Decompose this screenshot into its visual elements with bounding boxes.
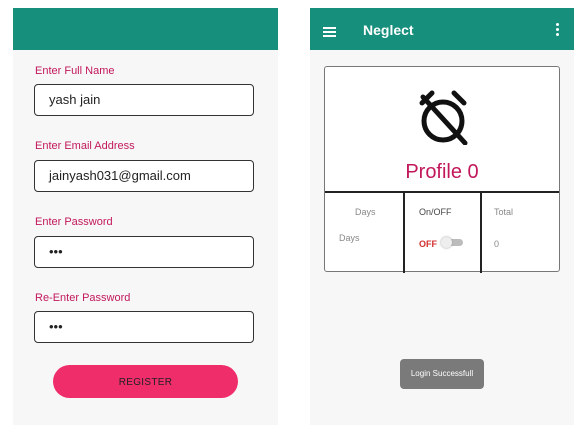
password-input[interactable]: •••	[34, 236, 254, 268]
total-header: Total	[494, 207, 514, 217]
reenter-password-label: Re-Enter Password	[35, 292, 131, 304]
full-name-label: Enter Full Name	[35, 65, 115, 77]
password-label: Enter Password	[35, 216, 113, 228]
full-name-input[interactable]: yash jain	[34, 84, 254, 116]
profile-label: Profile 0	[405, 161, 479, 183]
app-bar: Neglect	[310, 8, 574, 50]
onoff-column: On/OFF OFF	[405, 193, 482, 273]
more-vert-icon[interactable]	[556, 23, 560, 38]
app-bar	[13, 8, 278, 50]
days-header: Days	[355, 207, 376, 217]
profile-card[interactable]: Profile 0 Days Days On/OFF OFF Total 0	[324, 66, 560, 273]
profile-screen: Neglect Profile 0 Days Days On/OFF OFF T…	[310, 8, 574, 425]
register-screen: Enter Full Name yash jain Enter Email Ad…	[13, 8, 278, 425]
app-title: Neglect	[363, 22, 414, 38]
total-value: 0	[494, 239, 500, 249]
onoff-toggle[interactable]	[441, 237, 463, 248]
onoff-status: OFF	[419, 239, 437, 249]
register-button[interactable]: REGISTER	[53, 365, 238, 398]
onoff-header: On/OFF	[419, 207, 452, 217]
days-value: Days	[339, 233, 360, 243]
login-toast: Login Successfull	[400, 359, 484, 389]
reenter-password-input[interactable]: •••	[34, 311, 254, 343]
menu-icon[interactable]	[323, 27, 336, 39]
profile-stats-row: Days Days On/OFF OFF Total 0	[325, 191, 559, 273]
email-label: Enter Email Address	[35, 140, 135, 152]
alarm-off-icon	[419, 90, 468, 145]
days-column: Days Days	[325, 193, 405, 273]
email-input[interactable]: jainyash031@gmail.com	[34, 160, 254, 192]
total-column: Total 0	[482, 193, 559, 273]
